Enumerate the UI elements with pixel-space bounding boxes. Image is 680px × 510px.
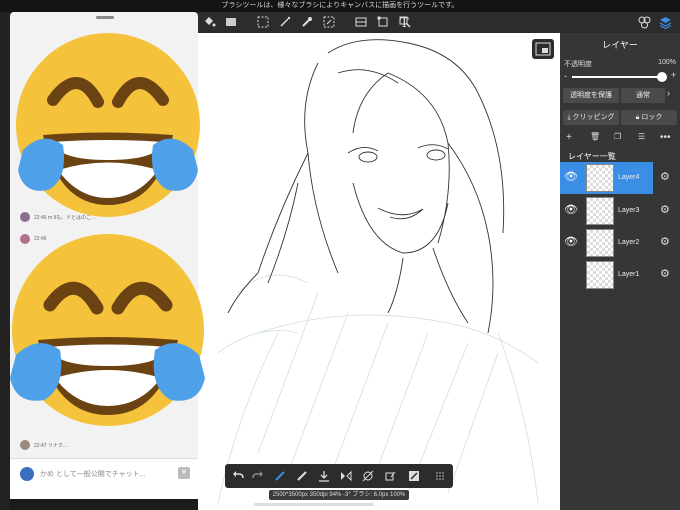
eyedropper-icon[interactable] [300, 15, 314, 29]
layer-thumbnail [586, 261, 614, 289]
fill-icon[interactable] [383, 469, 397, 483]
lock-label: ロック [641, 114, 663, 121]
redo-icon[interactable] [251, 469, 265, 483]
layer-thumbnail [586, 229, 614, 257]
layer-list-header: レイヤー一覧 [568, 152, 616, 161]
grid-icon[interactable] [433, 469, 447, 483]
chat-input[interactable]: かめ として一般公開でチャット... [40, 469, 170, 479]
lock-button[interactable]: 🔒︎ ロック [621, 110, 677, 125]
eye-icon[interactable]: 👁︎ [564, 235, 578, 248]
eye-icon[interactable]: 👁︎ [564, 170, 578, 183]
opacity-slider-fill [572, 76, 662, 78]
chevron-right-icon[interactable]: › [667, 88, 670, 98]
tool-tip-banner: ブラシツールは、様々なブラシによりキャンバスに描画を行うツールです。 [0, 0, 680, 12]
layer-row[interactable]: 👁︎ Layer3 ⚙ [560, 195, 680, 227]
more-icon[interactable]: ••• [660, 132, 671, 143]
drawing-canvas[interactable] [198, 33, 560, 510]
layer-row[interactable]: 👁︎ Layer2 ⚙ [560, 227, 680, 259]
send-icon[interactable]: ¥ [178, 467, 190, 479]
top-right-tools [560, 12, 680, 33]
trash-icon[interactable]: 🗑︎ [590, 132, 600, 141]
layer-name: Layer1 [618, 271, 640, 278]
gear-icon[interactable]: ⚙ [660, 267, 670, 280]
layer-row[interactable]: Layer1 ⚙ [560, 259, 680, 291]
lasso-icon[interactable] [322, 15, 336, 29]
opacity-minus[interactable]: - [564, 71, 567, 81]
canvas-preview-button[interactable] [532, 39, 554, 59]
material-icon[interactable] [637, 15, 652, 30]
sketch-artwork [217, 39, 539, 504]
add-layer-icon[interactable]: + [566, 132, 572, 143]
pen-icon[interactable] [273, 469, 287, 483]
rotate-icon[interactable] [361, 469, 375, 483]
eye-icon[interactable]: 👁︎ [564, 203, 578, 216]
opacity-label: 不透明度 [564, 61, 592, 68]
gear-icon[interactable]: ⚙ [660, 170, 670, 183]
ruler-icon[interactable] [354, 15, 368, 29]
layer-panel-title: レイヤー [602, 40, 638, 50]
snap-icon[interactable] [407, 469, 421, 483]
layer-name: Layer2 [618, 239, 640, 246]
gradient-icon[interactable] [224, 15, 238, 29]
opacity-plus[interactable]: + [671, 70, 676, 80]
opacity-value: 100% [658, 59, 676, 66]
tears-of-joy-emoji-icon [10, 234, 205, 426]
opacity-slider-knob[interactable] [657, 72, 667, 82]
gear-icon[interactable]: ⚙ [660, 235, 670, 248]
duplicate-icon[interactable]: ❐ [614, 132, 621, 141]
flip-icon[interactable] [339, 469, 353, 483]
layers-icon[interactable] [658, 15, 673, 30]
layer-thumbnail [586, 164, 614, 192]
status-bar: 2500*3500px 350dpi 94% -3° ブラシ: 6.0px 10… [269, 490, 409, 500]
layer-name: Layer4 [618, 174, 640, 181]
layer-actions: + 🗑︎ ❐ ☰ ••• [560, 132, 680, 147]
select-icon[interactable] [256, 15, 270, 29]
transform-icon[interactable] [376, 15, 390, 29]
blend-mode-button[interactable]: 通常 [621, 88, 665, 103]
clipping-button[interactable]: ⤓ クリッピング [563, 110, 619, 125]
user-avatar-icon [20, 467, 34, 481]
svg-text:T: T [400, 16, 409, 29]
magic-wand-icon[interactable] [278, 15, 292, 29]
layer-row[interactable]: 👁︎ Layer4 [560, 162, 653, 194]
gear-icon[interactable]: ⚙ [660, 203, 670, 216]
preview-icon [535, 42, 551, 56]
text-icon[interactable]: T [397, 15, 411, 29]
drag-handle[interactable] [96, 16, 114, 19]
bottom-toolbar [225, 464, 453, 488]
tears-of-joy-emoji-icon [16, 33, 200, 217]
top-toolbar: T [198, 12, 560, 33]
chat-input-bar: かめ として一般公開でチャット... ¥ [10, 458, 198, 499]
opacity-slider[interactable] [572, 72, 667, 82]
layer-name: Layer3 [618, 207, 640, 214]
list-icon[interactable]: ☰ [638, 132, 645, 141]
chat-message: 22:47 リナク... [34, 443, 68, 449]
undo-icon[interactable] [231, 469, 245, 483]
home-indicator[interactable] [254, 503, 374, 506]
layer-panel: レイヤー 不透明度 100% - + 透明度を保護 通常 › ⤓ クリッピング … [560, 33, 680, 510]
clipping-label: クリッピング [572, 114, 615, 121]
download-icon[interactable] [317, 469, 331, 483]
layer-thumbnail [586, 197, 614, 225]
fill-bucket-icon[interactable] [202, 15, 216, 29]
protect-alpha-button[interactable]: 透明度を保護 [563, 88, 619, 103]
eraser-icon[interactable] [295, 469, 309, 483]
avatar [20, 440, 30, 450]
